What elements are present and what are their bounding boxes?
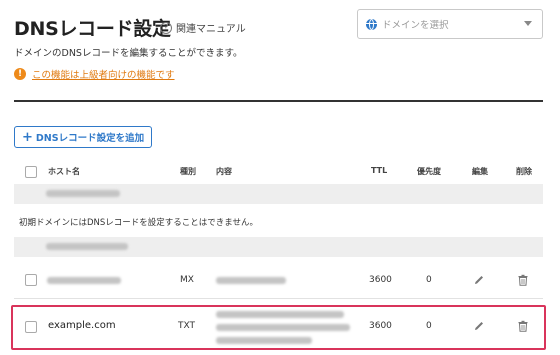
redacted-content — [216, 277, 286, 284]
domain-group-header — [14, 237, 543, 257]
column-header-ttl: TTL — [371, 166, 388, 175]
warning-icon: ! — [14, 68, 26, 80]
redacted-domain — [46, 243, 128, 250]
manual-link-label: 関連マニュアル — [176, 24, 246, 35]
column-header-edit: 編集 — [472, 167, 488, 176]
record-priority: 0 — [426, 275, 432, 285]
column-header-type: 種別 — [180, 167, 196, 176]
initial-domain-notice: 初期ドメインにはDNSレコードを設定することはできません。 — [19, 218, 259, 228]
page-title: DNSレコード設定 — [14, 18, 171, 40]
add-dns-record-label: DNSレコード設定を追加 — [35, 133, 145, 144]
domain-group-header — [14, 184, 543, 204]
column-header-host: ホスト名 — [48, 167, 80, 176]
record-ttl: 3600 — [369, 275, 392, 285]
record-type: MX — [180, 275, 194, 285]
warning-notice: ! この機能は上級者向けの機能です — [14, 67, 175, 81]
plus-icon: + — [22, 129, 33, 145]
manual-link[interactable]: ? 関連マニュアル — [160, 20, 246, 35]
highlight-frame — [11, 305, 546, 350]
trash-icon[interactable] — [517, 274, 529, 286]
domain-select-placeholder: ドメインを選択 — [382, 20, 449, 31]
pencil-icon[interactable] — [473, 274, 485, 286]
domain-select[interactable]: ドメインを選択 — [357, 9, 543, 39]
globe-icon — [366, 18, 377, 30]
row-divider — [14, 298, 543, 299]
chevron-down-icon — [524, 21, 532, 26]
question-icon: ? — [160, 21, 172, 34]
column-header-content: 内容 — [216, 167, 232, 176]
select-all-checkbox[interactable] — [25, 166, 37, 178]
column-header-priority: 優先度 — [417, 167, 441, 176]
warning-link[interactable]: この機能は上級者向けの機能です — [32, 67, 175, 81]
redacted-host — [47, 277, 121, 284]
redacted-domain — [46, 190, 120, 197]
row-checkbox[interactable] — [25, 274, 37, 286]
add-dns-record-button[interactable]: + DNSレコード設定を追加 — [14, 126, 153, 148]
page-description: ドメインのDNSレコードを編集することができます。 — [14, 48, 243, 59]
column-header-delete: 削除 — [516, 167, 532, 176]
section-divider — [14, 100, 543, 102]
